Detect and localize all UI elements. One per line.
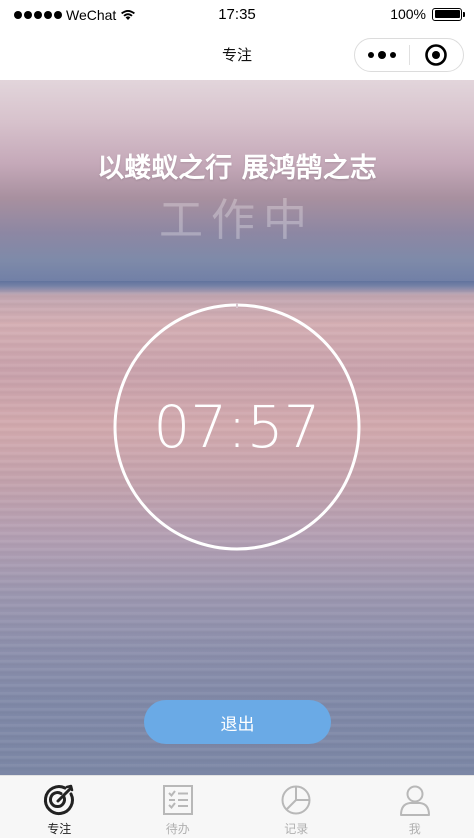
motto-text: 以蝼蚁之行 展鸿鹄之志 <box>97 153 377 184</box>
more-dot-icon <box>367 52 374 58</box>
mini-program-capsule <box>354 38 464 72</box>
focus-background: 以蝼蚁之行 展鸿鹄之志 工作中 07:57 退出 <box>0 80 474 775</box>
tab-me[interactable]: 我 <box>356 776 474 838</box>
battery-icon <box>432 7 465 21</box>
tab-bar: 专注 待办 记录 我 <box>0 775 474 838</box>
target-icon <box>44 784 75 816</box>
tab-label: 待办 <box>165 822 190 836</box>
user-icon <box>399 785 430 816</box>
more-dot-icon <box>377 51 386 59</box>
checklist-icon <box>162 785 193 815</box>
tab-label: 记录 <box>284 822 309 836</box>
close-target-icon <box>425 44 448 66</box>
battery-percent: 100% <box>390 6 426 22</box>
exit-button[interactable]: 退出 <box>144 700 331 744</box>
tab-label: 专注 <box>47 822 72 836</box>
battery-fill <box>434 10 460 18</box>
focus-status: 工作中 <box>159 195 315 246</box>
nav-bar: 专注 <box>0 30 474 80</box>
pie-chart-icon <box>281 785 311 815</box>
tab-todo[interactable]: 待办 <box>119 776 238 838</box>
tab-records[interactable]: 记录 <box>237 776 356 838</box>
status-right: 100% <box>390 6 465 22</box>
timer-display: 07:57 <box>153 393 321 461</box>
more-dot-icon <box>389 52 396 58</box>
status-bar: WeChat 17:35 100% <box>0 0 474 30</box>
close-button[interactable] <box>409 39 463 71</box>
more-button[interactable] <box>355 39 409 71</box>
tab-focus[interactable]: 专注 <box>0 776 119 838</box>
horizon <box>0 281 474 287</box>
tab-label: 我 <box>408 822 421 836</box>
